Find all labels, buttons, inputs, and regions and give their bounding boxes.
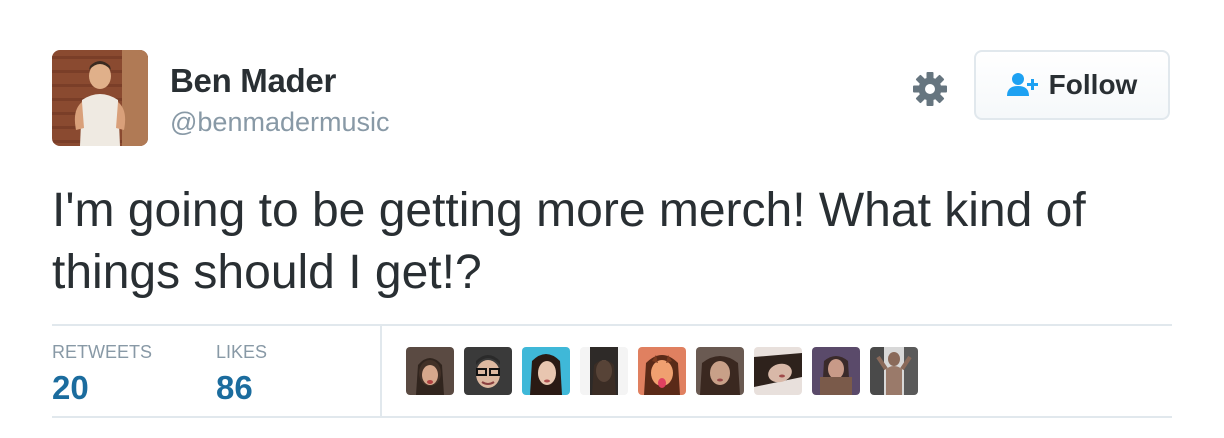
liker-avatar[interactable] — [638, 347, 686, 395]
liker-avatar[interactable] — [522, 347, 570, 395]
retweets-count: 20 — [52, 369, 89, 406]
liker-avatar[interactable] — [870, 347, 918, 395]
liker-avatar[interactable] — [464, 347, 512, 395]
stats-divider — [380, 326, 382, 416]
tweet-card: Ben Mader @benmadermusic Follow I'm goin… — [0, 0, 1224, 438]
liker-avatar[interactable] — [812, 347, 860, 395]
retweets-label: RETWEETS — [52, 342, 153, 362]
user-handle[interactable]: @benmadermusic — [170, 107, 390, 138]
liker-avatar[interactable] — [754, 347, 802, 395]
likes-count: 86 — [216, 369, 253, 406]
follow-button[interactable]: Follow — [974, 50, 1170, 120]
retweets-stat[interactable]: RETWEETS 20 — [52, 342, 152, 407]
avatar[interactable] — [52, 50, 148, 146]
user-display-name[interactable]: Ben Mader — [170, 62, 336, 100]
divider — [52, 324, 1172, 326]
liker-avatar[interactable] — [696, 347, 744, 395]
gear-icon[interactable] — [912, 71, 948, 107]
liker-avatar[interactable] — [406, 347, 454, 395]
likes-label: LIKES — [216, 342, 268, 362]
liker-avatar[interactable] — [580, 347, 628, 395]
divider — [52, 416, 1172, 418]
likes-stat[interactable]: LIKES 86 — [216, 342, 267, 407]
user-plus-icon — [1006, 72, 1039, 98]
follow-button-label: Follow — [1048, 69, 1138, 100]
tweet-text: I'm going to be getting more merch! What… — [52, 184, 1086, 299]
